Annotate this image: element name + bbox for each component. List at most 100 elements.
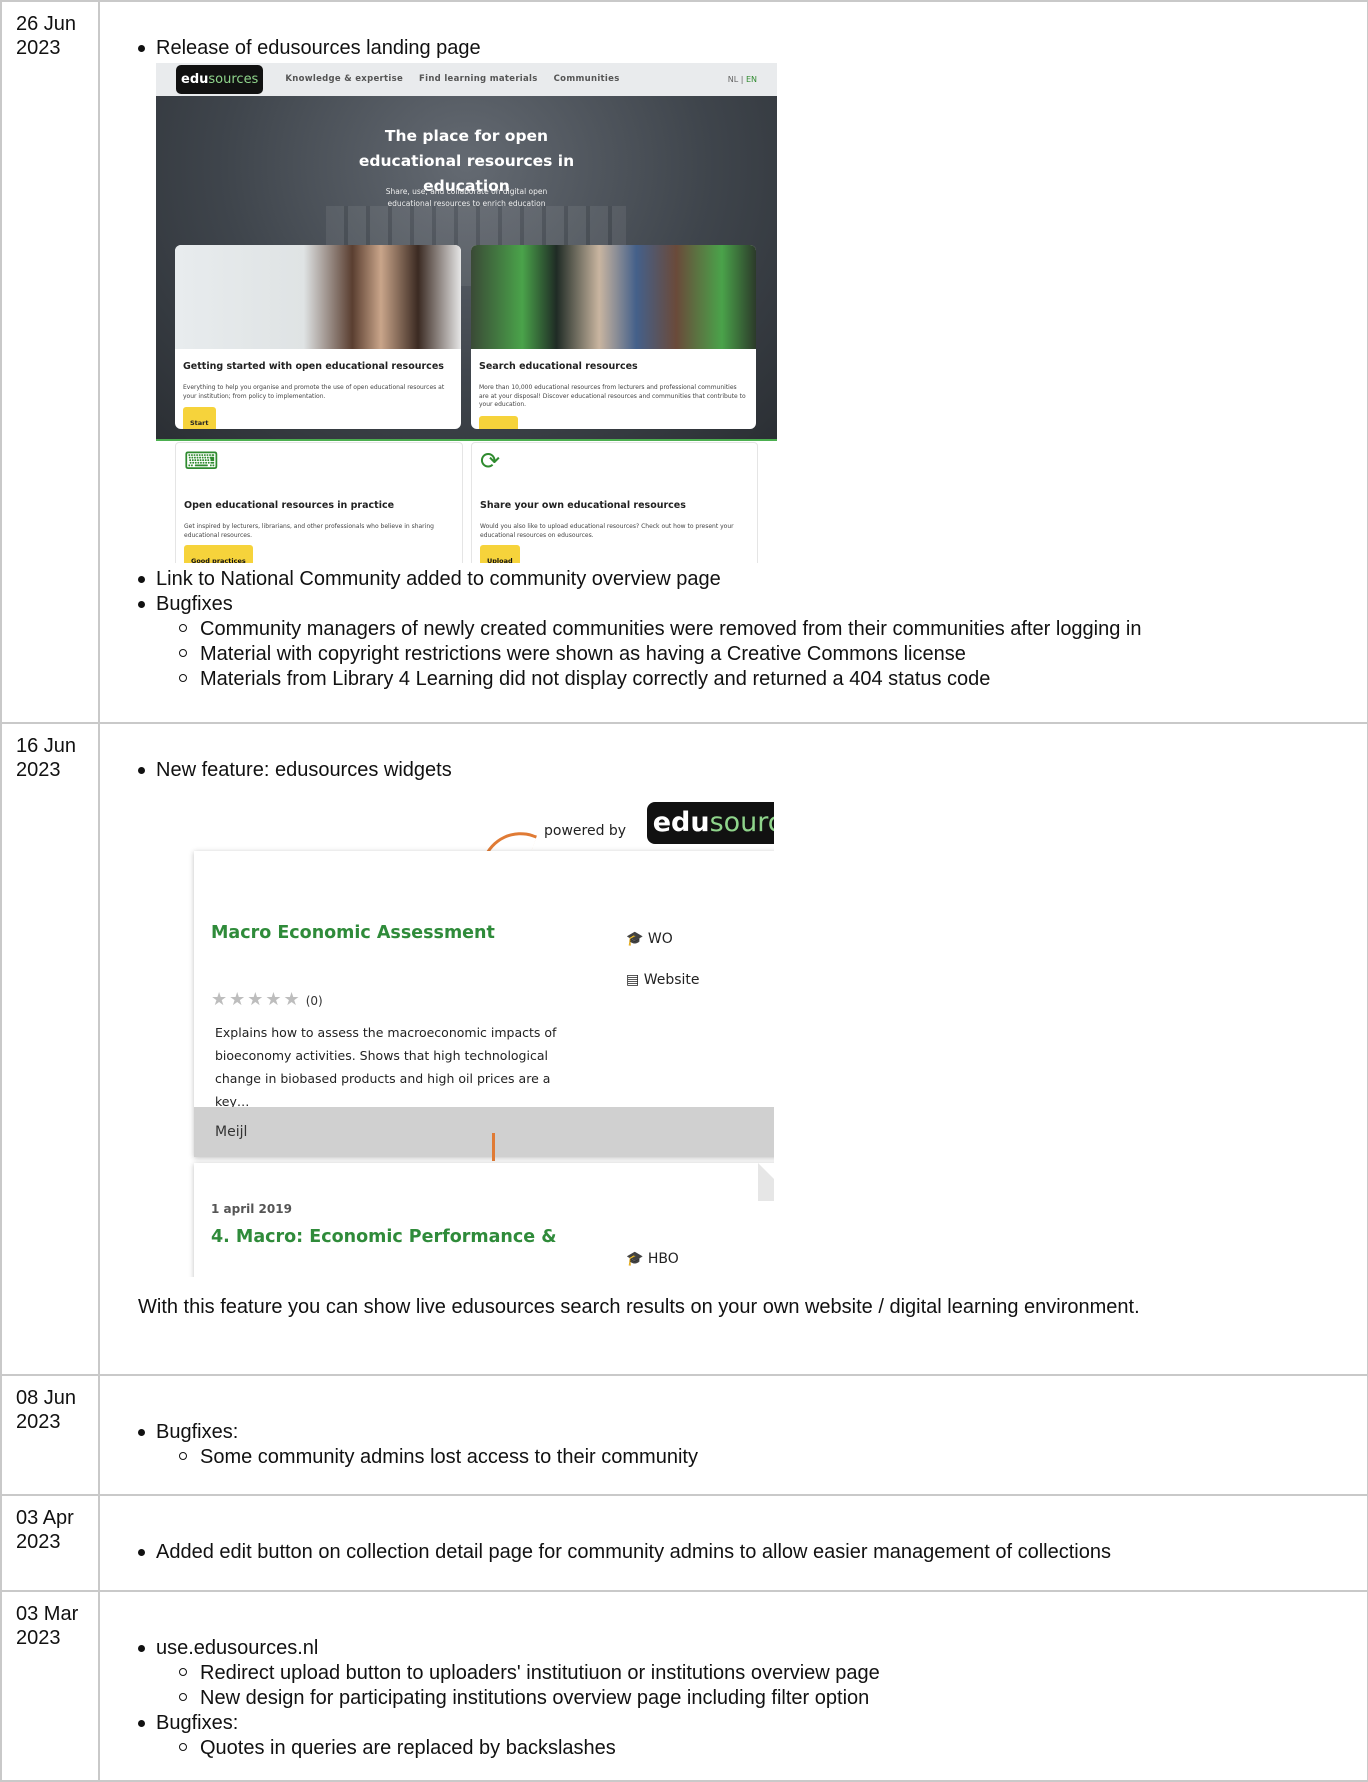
graduation-cap-icon: 🎓 <box>626 931 644 947</box>
result-author: Meijl <box>194 1107 774 1157</box>
release-date: 03 Mar 2023 <box>0 1590 100 1782</box>
widget-result-card: 1 april 2019 4. Macro: Economic Performa… <box>194 1163 774 1277</box>
result-title: Macro Economic Assessment <box>211 923 495 943</box>
sub-change-item: Quotes in queries are replaced by backsl… <box>179 1736 1367 1761</box>
card-photo <box>175 245 461 349</box>
upload-button: Upload <box>480 545 520 563</box>
release-row: 16 Jun 2023 New feature: edusources widg… <box>0 722 1368 1376</box>
release-row: 08 Jun 2023 Bugfixes: Some community adm… <box>0 1374 1368 1496</box>
sub-change-item: Redirect upload button to uploaders' ins… <box>179 1661 1367 1686</box>
level-text: WO <box>647 931 673 947</box>
sub-change-list: Some community admins lost access to the… <box>156 1445 1367 1470</box>
card-title: Search educational resources <box>479 361 638 372</box>
sub-change-list: Community managers of newly created comm… <box>156 617 1367 692</box>
card-title: Getting started with open educational re… <box>183 361 444 372</box>
screenshot-card: Getting started with open educational re… <box>175 245 461 429</box>
widget-result-card: Macro Economic Assessment 🎓 WO ▤ Website… <box>194 851 774 1157</box>
change-list: use.edusources.nl Redirect upload button… <box>138 1636 1367 1761</box>
release-content: use.edusources.nl Redirect upload button… <box>98 1590 1368 1782</box>
language-switch: NL | EN <box>728 67 757 92</box>
nav-link: Communities <box>553 74 620 84</box>
change-list: New feature: edusources widgets <box>138 758 1367 783</box>
website-icon: ▤ <box>626 972 640 988</box>
card-text: Would you also like to upload educationa… <box>480 523 734 539</box>
change-list: Release of edusources landing page eduso… <box>138 36 1367 692</box>
card-photo <box>471 245 756 349</box>
widget-preview: powered by edusources Macro Economic Ass… <box>164 793 774 1277</box>
change-text: Link to National Community added to comm… <box>156 568 721 590</box>
card-text: Everything to help you organise and prom… <box>183 384 445 400</box>
screenshot-card: Search educational resources More than 1… <box>471 245 756 429</box>
screenshot-navbar: edusources Knowledge & expertise Find le… <box>156 63 777 96</box>
change-list: Added edit button on collection detail p… <box>138 1540 1367 1565</box>
nav-link: Knowledge & expertise <box>285 74 404 84</box>
rating-stars: ★★★★★ (0) <box>211 989 323 1010</box>
card-text: More than 10,000 educational resources f… <box>479 384 746 408</box>
level-text: HBO <box>647 1251 679 1267</box>
graduation-cap-icon: 🎓 <box>626 1251 644 1267</box>
connector-line <box>492 1133 495 1161</box>
release-content: Bugfixes: Some community admins lost acc… <box>98 1374 1368 1496</box>
release-date: 03 Apr 2023 <box>0 1494 100 1592</box>
search-button: Search <box>479 415 519 429</box>
edusources-logo: edusources <box>176 65 264 94</box>
change-text: Bugfixes <box>156 593 233 615</box>
share-refresh-icon: ⟳ <box>480 447 501 475</box>
release-row: 03 Mar 2023 use.edusources.nl Redirect u… <box>0 1590 1368 1782</box>
education-level: 🎓 WO <box>626 927 673 952</box>
result-title: 4. Macro: Economic Performance & <box>211 1227 557 1247</box>
sub-change-item: Some community admins lost access to the… <box>179 1445 1367 1470</box>
change-item: Release of edusources landing page eduso… <box>138 36 1367 563</box>
change-item: Bugfixes Community managers of newly cre… <box>138 592 1367 692</box>
release-content: Added edit button on collection detail p… <box>98 1494 1368 1592</box>
card-text: Get inspired by lecturers, librarians, a… <box>184 523 434 539</box>
logo-part: edu <box>652 807 710 838</box>
page-fold-icon <box>758 1163 774 1201</box>
release-date: 08 Jun 2023 <box>0 1374 100 1496</box>
screenshot-card: ⟳ Share your own educational resources W… <box>471 442 758 563</box>
lang-en: EN <box>745 75 757 84</box>
sub-change-item: Materials from Library 4 Learning did no… <box>179 667 1367 692</box>
change-item: New feature: edusources widgets <box>138 758 1367 783</box>
nav-link: Find learning materials <box>419 74 538 84</box>
result-date: 1 april 2019 <box>211 1202 292 1216</box>
logo-part: edu <box>181 72 209 87</box>
logo-part: sources <box>709 807 774 838</box>
card-title: Share your own educational resources <box>480 500 686 511</box>
type-text: Website <box>643 972 700 988</box>
sub-change-item: Material with copyright restrictions wer… <box>179 642 1367 667</box>
change-item: Bugfixes: Some community admins lost acc… <box>138 1420 1367 1470</box>
sub-change-item: Community managers of newly created comm… <box>179 617 1367 642</box>
logo-part: sources <box>208 72 259 87</box>
release-date: 26 Jun 2023 <box>0 0 100 724</box>
change-text: New feature: edusources widgets <box>156 759 452 781</box>
good-practices-button: Good practices <box>184 545 253 563</box>
release-row: 03 Apr 2023 Added edit button on collect… <box>0 1494 1368 1592</box>
landing-page-screenshot: edusources Knowledge & expertise Find le… <box>156 63 777 563</box>
lang-nl: NL <box>727 75 739 84</box>
screenshot-card: ⌨ Open educational resources in practice… <box>175 442 463 563</box>
change-text: Release of edusources landing page <box>156 37 481 59</box>
release-notes-table: 26 Jun 2023 Release of edusources landin… <box>0 0 1368 1782</box>
card-title: Open educational resources in practice <box>184 500 395 511</box>
rating-count: (0) <box>305 994 323 1008</box>
powered-by-label: powered by <box>544 823 627 839</box>
feature-note: With this feature you can show live edus… <box>138 1296 1140 1318</box>
resource-type: ▤ Website <box>626 968 700 993</box>
change-item: Bugfixes: Quotes in queries are replaced… <box>138 1711 1367 1761</box>
change-item: Added edit button on collection detail p… <box>138 1540 1367 1565</box>
result-description: Explains how to assess the macroeconomic… <box>215 1025 557 1109</box>
release-content: New feature: edusources widgets powered … <box>98 722 1368 1376</box>
sub-change-list: Quotes in queries are replaced by backsl… <box>156 1736 1367 1761</box>
change-text: Bugfixes: <box>156 1712 239 1734</box>
sub-change-list: Redirect upload button to uploaders' ins… <box>156 1661 1367 1711</box>
change-list: Bugfixes: Some community admins lost acc… <box>138 1420 1367 1470</box>
release-content: Release of edusources landing page eduso… <box>98 0 1368 724</box>
lang-separator: | <box>740 75 744 84</box>
edusources-logo: edusources <box>647 802 774 844</box>
education-level: 🎓 HBO <box>626 1247 679 1272</box>
hero-subtitle: Share, use, and collaborate on digital o… <box>385 187 548 208</box>
sub-change-item: New design for participating institution… <box>179 1686 1367 1711</box>
change-text: Bugfixes: <box>156 1421 239 1443</box>
change-item: use.edusources.nl Redirect upload button… <box>138 1636 1367 1711</box>
